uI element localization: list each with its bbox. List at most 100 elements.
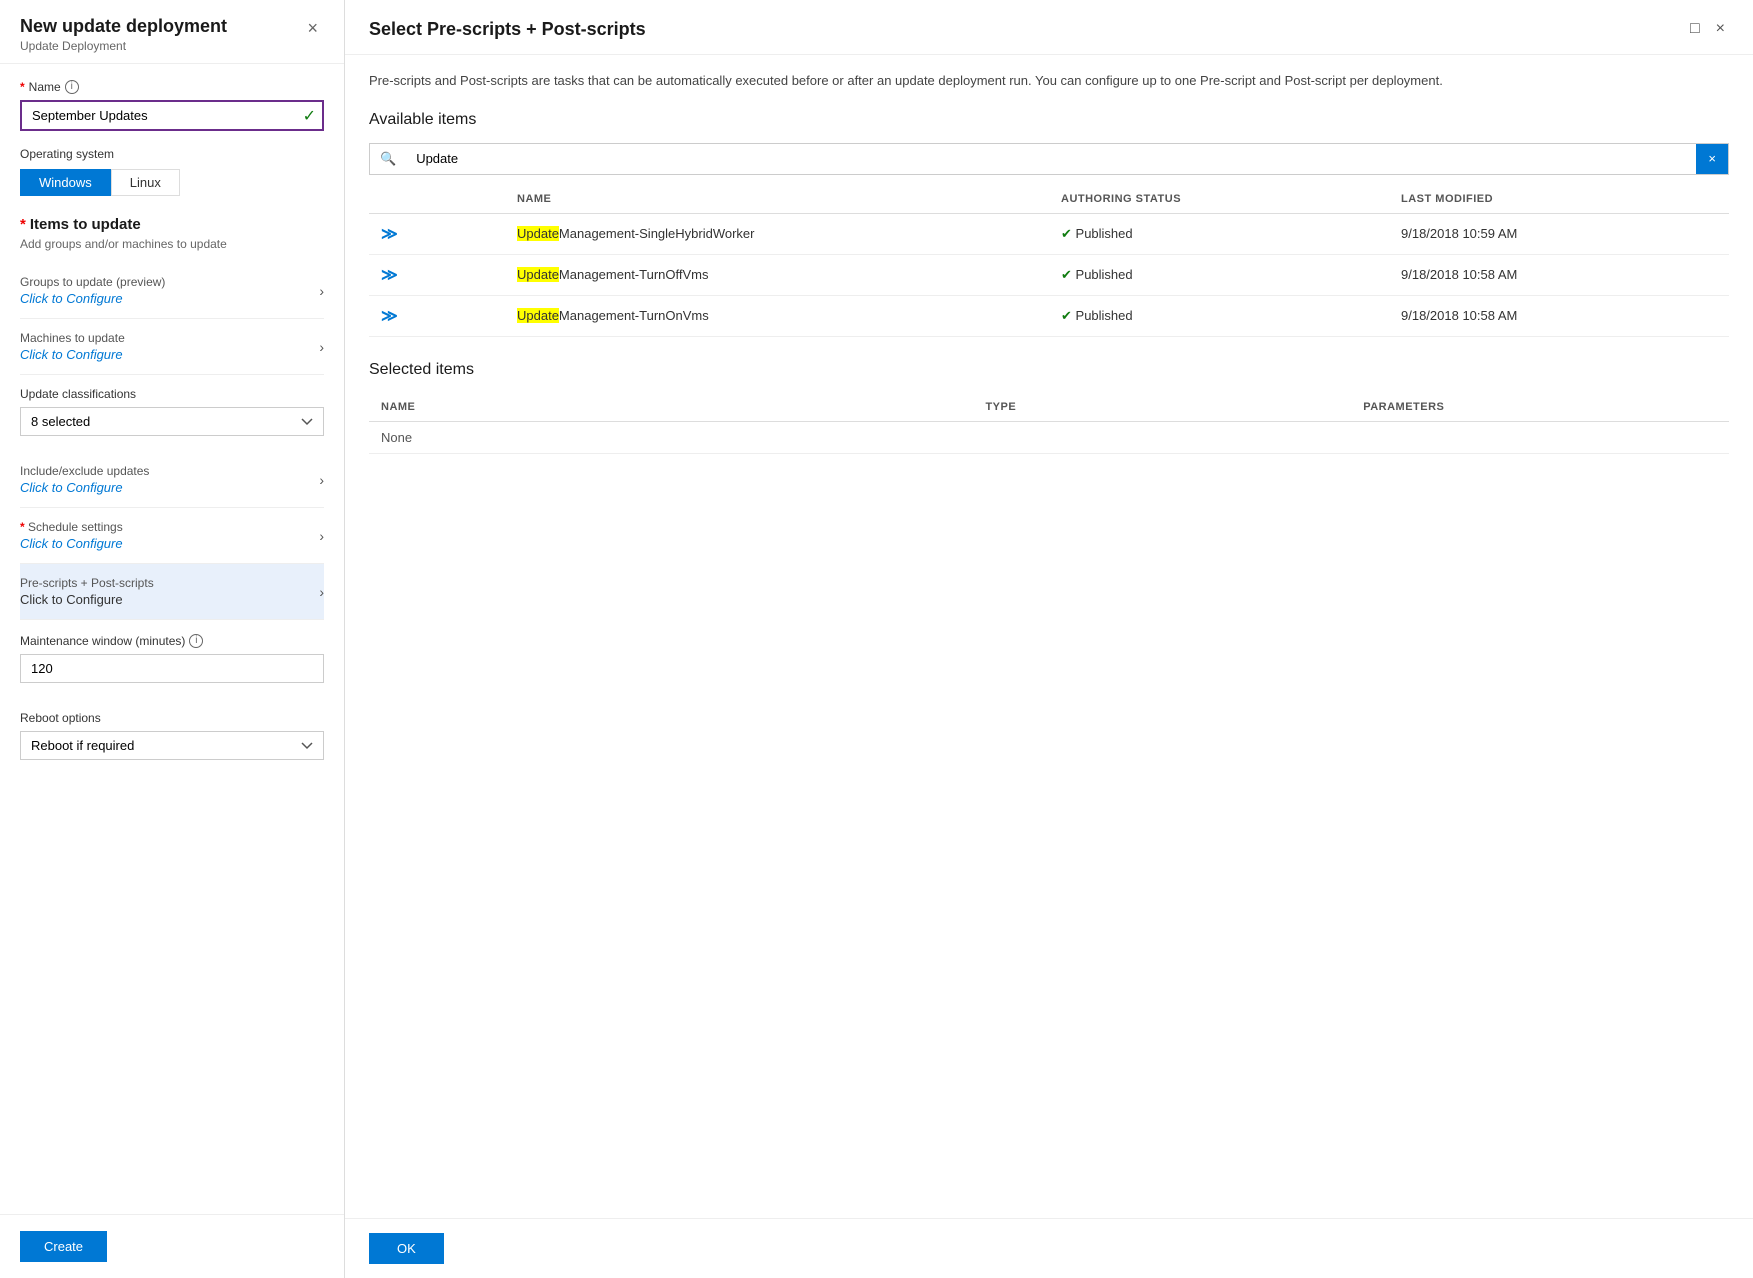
script-icon-2: ≫ <box>381 267 398 284</box>
os-windows-button[interactable]: Windows <box>20 169 111 196</box>
highlight-2: Update <box>517 267 559 282</box>
pre-post-label: Pre-scripts + Post-scripts <box>20 576 154 590</box>
search-input[interactable] <box>406 144 1696 174</box>
check-icon-3: ✔ <box>1061 308 1072 323</box>
groups-label: Groups to update (preview) <box>20 275 165 289</box>
schedule-label: * Schedule settings <box>20 520 123 534</box>
available-name-3: UpdateManagement-TurnOnVms <box>505 295 1049 336</box>
schedule-value: Click to Configure <box>20 536 123 551</box>
reboot-dropdown[interactable]: Reboot if required Never reboot Always r… <box>20 731 324 760</box>
right-header: Select Pre-scripts + Post-scripts □ × <box>345 0 1753 55</box>
reboot-section: Reboot options Reboot if required Never … <box>20 711 324 760</box>
maintenance-input[interactable] <box>20 654 324 683</box>
machines-to-update-text: Machines to update Click to Configure <box>20 331 125 362</box>
ok-button[interactable]: OK <box>369 1233 444 1264</box>
groups-chevron-icon: › <box>319 283 324 299</box>
name-input[interactable] <box>20 100 324 131</box>
name-info-icon[interactable]: i <box>65 80 79 94</box>
include-exclude-label: Include/exclude updates <box>20 464 149 478</box>
available-items-table: NAME AUTHORING STATUS LAST MODIFIED ≫ Up… <box>369 185 1729 337</box>
description-text: Pre-scripts and Post-scripts are tasks t… <box>369 71 1729 91</box>
items-to-update-title: * Items to update <box>20 216 324 233</box>
name-check-icon: ✓ <box>303 106 316 126</box>
left-panel: New update deployment Update Deployment … <box>0 0 345 1278</box>
groups-to-update-item[interactable]: Groups to update (preview) Click to Conf… <box>20 263 324 319</box>
available-icon-col-header <box>369 185 505 214</box>
left-panel-close-button[interactable]: × <box>301 16 324 41</box>
table-row[interactable]: ≫ UpdateManagement-SingleHybridWorker ✔ … <box>369 213 1729 254</box>
pre-post-scripts-text: Pre-scripts + Post-scripts Click to Conf… <box>20 576 154 607</box>
right-body: Pre-scripts and Post-scripts are tasks t… <box>345 55 1753 1218</box>
panel-title: New update deployment <box>20 16 227 37</box>
available-modified-col-header: LAST MODIFIED <box>1389 185 1729 214</box>
minimize-button[interactable]: □ <box>1686 16 1704 42</box>
selected-items-heading: Selected items <box>369 361 1729 379</box>
available-name-2: UpdateManagement-TurnOffVms <box>505 254 1049 295</box>
left-header-text: New update deployment Update Deployment <box>20 16 227 53</box>
include-exclude-chevron-icon: › <box>319 472 324 488</box>
available-modified-2: 9/18/2018 10:58 AM <box>1389 254 1729 295</box>
available-modified-1: 9/18/2018 10:59 AM <box>1389 213 1729 254</box>
items-subtitle: Add groups and/or machines to update <box>20 237 324 251</box>
schedule-chevron-icon: › <box>319 528 324 544</box>
available-status-col-header: AUTHORING STATUS <box>1049 185 1389 214</box>
name-label-text: Name <box>29 80 61 94</box>
machines-to-update-item[interactable]: Machines to update Click to Configure › <box>20 319 324 375</box>
available-name-1: UpdateManagement-SingleHybridWorker <box>505 213 1049 254</box>
pre-post-chevron-icon: › <box>319 584 324 600</box>
right-panel-title: Select Pre-scripts + Post-scripts <box>369 19 646 40</box>
include-exclude-value: Click to Configure <box>20 480 149 495</box>
search-bar: 🔍 × <box>369 143 1729 175</box>
script-icon-3: ≫ <box>381 308 398 325</box>
right-panel-close-button[interactable]: × <box>1712 16 1729 42</box>
selected-params-col-header: PARAMETERS <box>1351 393 1729 422</box>
selected-none-row: None <box>369 421 1729 453</box>
update-class-dropdown[interactable]: 8 selected <box>20 407 324 436</box>
selected-type-col-header: TYPE <box>973 393 1351 422</box>
left-body: * Name i ✓ Operating system Windows Linu… <box>0 64 344 1214</box>
os-label: Operating system <box>20 147 324 161</box>
script-icon-1: ≫ <box>381 226 398 243</box>
check-icon-2: ✔ <box>1061 267 1072 282</box>
machines-chevron-icon: › <box>319 339 324 355</box>
available-status-1: ✔ Published <box>1049 213 1389 254</box>
selected-items-table: NAME TYPE PARAMETERS None <box>369 393 1729 454</box>
name-input-wrapper: ✓ <box>20 100 324 131</box>
include-exclude-item[interactable]: Include/exclude updates Click to Configu… <box>20 452 324 508</box>
maintenance-label: Maintenance window (minutes) i <box>20 634 324 648</box>
reboot-label: Reboot options <box>20 711 324 725</box>
left-footer: Create <box>0 1214 344 1278</box>
schedule-settings-item[interactable]: * Schedule settings Click to Configure › <box>20 508 324 564</box>
right-panel: Select Pre-scripts + Post-scripts □ × Pr… <box>345 0 1753 1278</box>
available-status-3: ✔ Published <box>1049 295 1389 336</box>
groups-value: Click to Configure <box>20 291 165 306</box>
table-row[interactable]: ≫ UpdateManagement-TurnOffVms ✔ Publishe… <box>369 254 1729 295</box>
schedule-required-star: * <box>20 520 25 534</box>
items-required-star: * <box>20 216 26 233</box>
maintenance-section: Maintenance window (minutes) i <box>20 634 324 699</box>
table-row[interactable]: ≫ UpdateManagement-TurnOnVms ✔ Published… <box>369 295 1729 336</box>
pre-post-value: Click to Configure <box>20 592 154 607</box>
left-header: New update deployment Update Deployment … <box>0 0 344 64</box>
os-linux-button[interactable]: Linux <box>111 169 180 196</box>
available-status-2: ✔ Published <box>1049 254 1389 295</box>
selected-none-text: None <box>369 421 1729 453</box>
maintenance-info-icon[interactable]: i <box>189 634 203 648</box>
search-clear-button[interactable]: × <box>1696 144 1728 174</box>
pre-post-scripts-item[interactable]: Pre-scripts + Post-scripts Click to Conf… <box>20 564 324 620</box>
schedule-settings-text: * Schedule settings Click to Configure <box>20 520 123 551</box>
available-items-heading: Available items <box>369 111 1729 129</box>
available-modified-3: 9/18/2018 10:58 AM <box>1389 295 1729 336</box>
update-class-section: Update classifications 8 selected <box>20 387 324 436</box>
highlight-3: Update <box>517 308 559 323</box>
search-icon: 🔍 <box>370 144 406 174</box>
check-icon-1: ✔ <box>1061 226 1072 241</box>
right-footer: OK <box>345 1218 1753 1278</box>
create-button[interactable]: Create <box>20 1231 107 1262</box>
panel-subtitle: Update Deployment <box>20 39 227 53</box>
groups-to-update-text: Groups to update (preview) Click to Conf… <box>20 275 165 306</box>
machines-label: Machines to update <box>20 331 125 345</box>
update-class-dropdown-wrapper: 8 selected <box>20 407 324 436</box>
items-title-text: Items to update <box>30 216 141 233</box>
name-required-star: * <box>20 80 25 94</box>
